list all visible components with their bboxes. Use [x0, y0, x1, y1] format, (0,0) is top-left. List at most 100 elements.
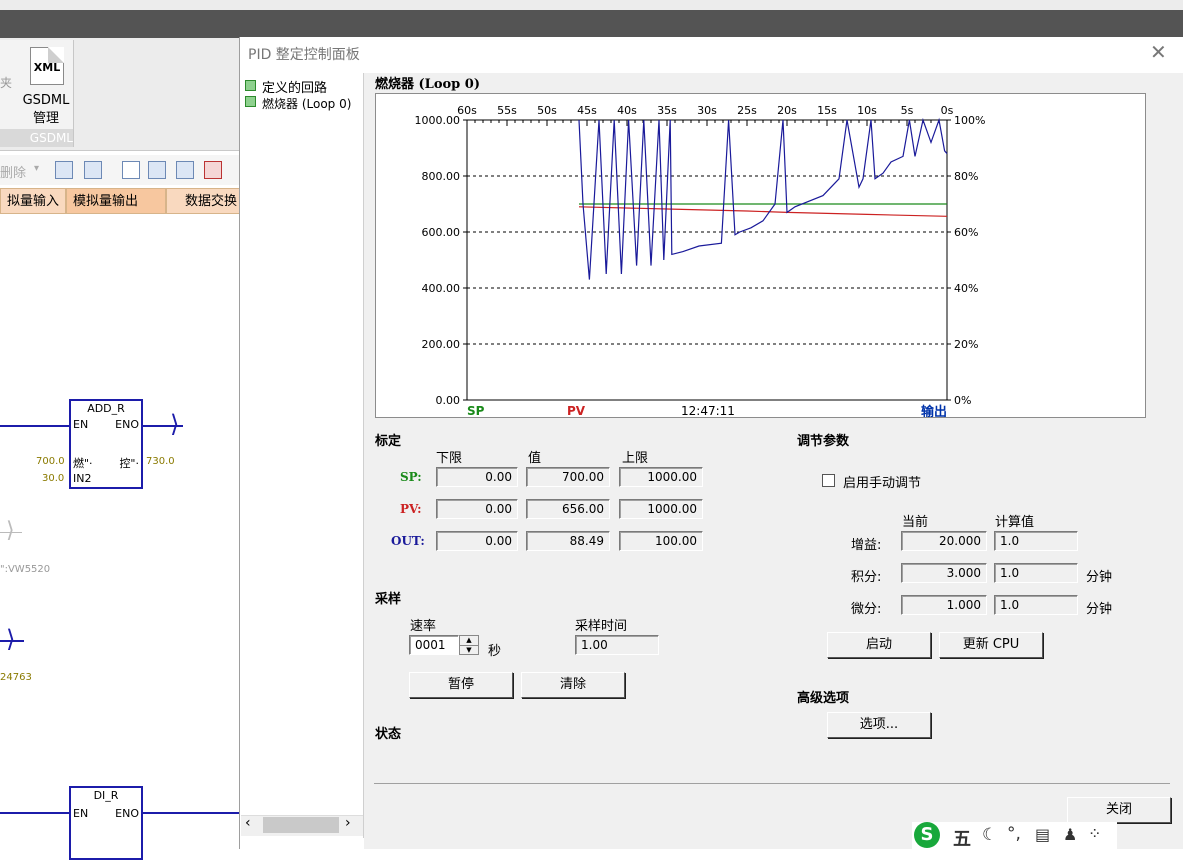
- xml-file-icon: XML: [30, 47, 64, 85]
- chevron-down-icon[interactable]: ▾: [34, 163, 39, 174]
- y-tick-label: 800.00: [422, 170, 461, 183]
- y-tick-label: 400.00: [422, 282, 461, 295]
- tree-item-loop-0[interactable]: 燃烧器 (Loop 0): [245, 95, 351, 112]
- network-icon[interactable]: [55, 161, 73, 179]
- coil-gray-icon: ⟩: [6, 518, 15, 543]
- moon-icon[interactable]: ☾: [982, 825, 997, 845]
- tab-strip: 拟量输入 模拟量输出 数据交换: [0, 188, 246, 216]
- ribbon-group-label: GSDML: [0, 129, 73, 147]
- loop-title: 燃烧器 (Loop 0): [375, 77, 480, 92]
- tuning-title: 调节参数: [797, 434, 850, 449]
- vw-reference: ":VW5520: [0, 564, 51, 575]
- rate-stepper[interactable]: ▲ ▼: [459, 635, 479, 655]
- add-r-out-value: 730.0: [146, 456, 175, 467]
- x-tick-label: 40s: [617, 104, 637, 117]
- out-value-field: 88.49: [526, 531, 610, 551]
- grid-icon[interactable]: ⁘: [1088, 824, 1101, 843]
- y-tick-label: 200.00: [422, 338, 461, 351]
- advanced-title: 高级选项: [797, 691, 850, 706]
- y-right-tick-label: 60%: [954, 226, 978, 239]
- sp-value-field: 700.00: [526, 467, 610, 487]
- coil-2-icon: ⟩: [6, 625, 16, 653]
- ime-logo-icon[interactable]: S: [914, 822, 940, 848]
- rate-label: 速率: [410, 619, 437, 634]
- x-tick-label: 45s: [577, 104, 597, 117]
- pv-low-field: 0.00: [436, 499, 518, 519]
- col-high-header: 上限: [622, 451, 649, 466]
- arrow-left-icon[interactable]: [148, 161, 166, 179]
- x-tick-label: 0s: [941, 104, 954, 117]
- y-right-tick-label: 100%: [954, 114, 985, 127]
- tab-data-exchange[interactable]: 数据交换: [166, 188, 246, 214]
- derivative-current-field: 1.000: [901, 595, 987, 615]
- tab-analog-output[interactable]: 模拟量输出: [66, 188, 166, 214]
- add-r-in2: IN2: [73, 472, 92, 485]
- x-tick-label: 25s: [737, 104, 757, 117]
- box-icon[interactable]: [122, 161, 140, 179]
- integral-calc-field: 1.0: [994, 563, 1078, 583]
- derivative-unit: 分钟: [1086, 602, 1113, 617]
- pv-label: PV:: [400, 502, 422, 516]
- clear-button[interactable]: 清除: [521, 672, 625, 698]
- pv-value-field: 656.00: [526, 499, 610, 519]
- ime-mode[interactable]: 五: [953, 825, 971, 851]
- close-button[interactable]: 关闭: [1067, 797, 1171, 823]
- tab-analog-input[interactable]: 拟量输入: [0, 188, 66, 214]
- x-tick-label: 5s: [901, 104, 914, 117]
- sampling-title: 采样: [375, 592, 402, 607]
- x-tick-label: 50s: [537, 104, 557, 117]
- add-r-block[interactable]: ADD_R EN ENO 燃"· 控"· IN2: [69, 399, 143, 489]
- tree-scroll-thumb[interactable]: [263, 817, 339, 833]
- add-r-out: 控"·: [119, 457, 139, 470]
- stepper-down-icon[interactable]: ▼: [460, 645, 478, 655]
- trend-chart-svg: 1000.00 100% 800.00 80% 600.00 60% 400.00 40% 20…: [415, 104, 986, 417]
- gain-current-field: 20.000: [901, 531, 987, 551]
- delete-box-icon[interactable]: [204, 161, 222, 179]
- keyboard-icon[interactable]: ▤: [1035, 825, 1050, 844]
- gain-label: 增益:: [851, 538, 882, 553]
- integral-label: 积分:: [851, 570, 882, 585]
- manual-tuning-label: 启用手动调节: [843, 476, 922, 491]
- num-reference: 24763: [0, 672, 32, 683]
- tree-item-defined-loops[interactable]: 定义的回路: [245, 77, 327, 96]
- legend-sp: SP: [467, 404, 485, 417]
- out-low-field: 0.00: [436, 531, 518, 551]
- scroll-left-icon[interactable]: ‹: [245, 815, 251, 831]
- sample-time-field: 1.00: [575, 635, 659, 655]
- user-icon[interactable]: ♟: [1063, 825, 1077, 844]
- update-cpu-button[interactable]: 更新 CPU: [939, 632, 1043, 658]
- network-2-icon[interactable]: [84, 161, 102, 179]
- add-r-eno: ENO: [115, 418, 139, 431]
- integral-unit: 分钟: [1086, 570, 1113, 585]
- gsdml-manage-button[interactable]: GSDML 管理: [20, 92, 72, 128]
- y-tick-label: 600.00: [422, 226, 461, 239]
- options-button[interactable]: 选项...: [827, 712, 931, 738]
- close-icon[interactable]: ✕: [1150, 40, 1167, 64]
- manual-tuning-checkbox[interactable]: [822, 474, 835, 487]
- rung-line-3: [0, 812, 70, 814]
- calibration-title: 标定: [375, 434, 402, 449]
- rung-line: [0, 425, 70, 427]
- loop-icon: [245, 80, 256, 91]
- x-tick-label: 30s: [697, 104, 717, 117]
- integral-current-field: 3.000: [901, 563, 987, 583]
- arrow-right-icon[interactable]: [176, 161, 194, 179]
- ime-toolbar: S 五 ☾ °, ▤ ♟ ⁘: [912, 822, 1117, 851]
- ribbon-partial-label: 夹: [0, 76, 13, 90]
- col-value-header: 值: [528, 451, 542, 466]
- add-r-in1: 燃"·: [73, 457, 93, 470]
- start-button[interactable]: 启动: [827, 632, 931, 658]
- punctuation-icon[interactable]: °,: [1007, 824, 1021, 844]
- y-right-tick-label: 80%: [954, 170, 978, 183]
- delete-button[interactable]: 删除: [0, 162, 26, 181]
- y-right-tick-label: 20%: [954, 338, 978, 351]
- x-tick-label: 15s: [817, 104, 837, 117]
- col-calc-header: 计算值: [995, 515, 1035, 530]
- stepper-up-icon[interactable]: ▲: [460, 636, 478, 645]
- scroll-right-icon[interactable]: ›: [345, 815, 351, 831]
- main-titlebar: [0, 10, 1183, 38]
- add-r-in2-value: 30.0: [42, 473, 65, 484]
- rate-input[interactable]: 0001: [409, 635, 459, 655]
- y-tick-label: 1000.00: [415, 114, 461, 127]
- pause-button[interactable]: 暂停: [409, 672, 513, 698]
